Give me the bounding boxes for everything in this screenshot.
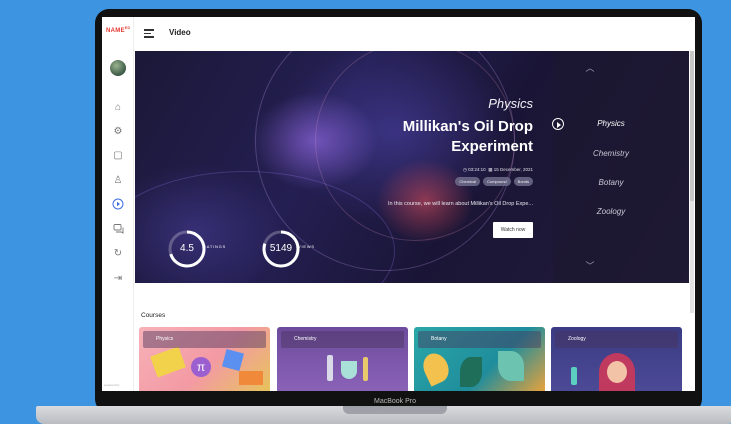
chevron-down-icon[interactable]: ﹀ (584, 259, 596, 272)
tag[interactable]: Compound (483, 177, 511, 186)
logo-text: NAME (106, 28, 125, 34)
scrollbar[interactable] (690, 51, 694, 313)
course-card-botany[interactable]: Botany (414, 327, 545, 391)
sidebar-footer: powered by (104, 383, 120, 387)
history-icon[interactable]: ↻ (111, 247, 125, 261)
views-stat: 5149 (261, 229, 301, 269)
clock-icon: ◷ (462, 167, 467, 172)
course-card-zoology[interactable]: Zoology (551, 327, 682, 391)
course-card-label: Physics (143, 331, 266, 348)
views-value: 5149 (269, 243, 293, 254)
watch-now-button[interactable]: Watch now (493, 222, 533, 238)
course-card-label: Botany (418, 331, 541, 348)
avatar[interactable] (110, 60, 126, 76)
play-icon (552, 118, 564, 130)
play-circle-icon[interactable] (111, 198, 125, 212)
course-card-chemistry[interactable]: Chemistry (277, 327, 408, 391)
sidebar: NAMEED ⌂ ⚙ ▢ ♙ ↻ ⇥ powered by (102, 17, 134, 391)
subject-item-zoology[interactable]: Zoology (571, 207, 651, 216)
settings-icon[interactable]: ⚙ (111, 125, 125, 139)
subject-item-botany[interactable]: Botany (571, 178, 651, 187)
people-icon[interactable]: ♙ (111, 174, 125, 188)
course-card-label: Zoology (555, 331, 678, 348)
hero-meta: ◷ 03:24:10 ▦ 15 December, 2021 (463, 167, 533, 173)
device-label: MacBook Pro (373, 398, 417, 405)
logo-superscript: ED (124, 26, 131, 30)
ratings-value: 4.5 (180, 243, 194, 254)
hero-duration: 03:24:10 (468, 167, 486, 172)
tag[interactable]: Bonds (513, 177, 533, 186)
course-card-label: Chemistry (281, 331, 404, 348)
page-title: Video (169, 28, 191, 37)
hero-title: Millikan's Oil Drop Experiment (402, 118, 533, 155)
book-icon[interactable]: ▢ (111, 149, 125, 163)
chevron-up-icon[interactable]: ︿ (584, 61, 596, 74)
app-logo[interactable]: NAMEED (106, 26, 130, 34)
hero-subject: Physics (488, 96, 533, 111)
calendar-icon: ▦ (488, 167, 493, 172)
subject-item-chemistry[interactable]: Chemistry (571, 149, 651, 158)
app-screen: NAMEED ⌂ ⚙ ▢ ♙ ↻ ⇥ powered by Video Phys… (102, 17, 695, 391)
views-label: VIEWS (298, 244, 315, 249)
hero-description: In this course, we will learn about Mill… (387, 201, 533, 207)
laptop-notch (343, 406, 447, 414)
course-card-physics[interactable]: π Physics (139, 327, 270, 391)
hero-banner: Physics Millikan's Oil Drop Experiment ◷… (135, 51, 689, 283)
scroll-thumb[interactable] (690, 51, 694, 201)
courses-title: Courses (141, 312, 166, 319)
top-bar: Video (134, 17, 695, 50)
ratings-stat: 4.5 (167, 229, 207, 269)
subject-item-physics[interactable]: Physics (571, 119, 651, 128)
hero-date: 15 December, 2021 (493, 167, 533, 172)
tag[interactable]: Chemical (455, 177, 481, 186)
ratings-label: RATINGS (203, 244, 227, 249)
home-icon[interactable]: ⌂ (111, 101, 125, 115)
hero-tags: Chemical Compound Bonds (455, 177, 533, 186)
logout-icon[interactable]: ⇥ (111, 272, 125, 286)
chat-icon[interactable] (111, 223, 125, 237)
menu-icon[interactable] (144, 29, 154, 38)
subject-selector-panel (553, 51, 689, 283)
